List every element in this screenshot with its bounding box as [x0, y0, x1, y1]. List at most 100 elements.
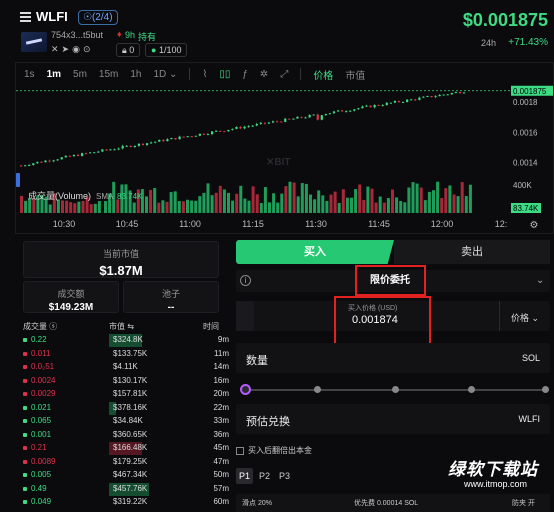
settings-icon[interactable]: ✲	[260, 69, 268, 80]
highlight-box-order-type	[355, 265, 426, 296]
volume-bar	[386, 198, 390, 213]
y-tick-label: 0.001875	[513, 87, 547, 96]
volume-bar	[268, 202, 271, 213]
contract-address[interactable]: 754x3...t5but	[51, 30, 103, 40]
slider-stop-50[interactable]	[392, 386, 399, 393]
price-unit-select[interactable]: 价格 ⌄	[511, 311, 539, 324]
toggle-price[interactable]: 价格	[313, 67, 333, 82]
interval-1s[interactable]: 1s	[24, 69, 35, 80]
amount-slider[interactable]	[240, 384, 549, 396]
anti-mev-setting[interactable]: 防夹 开	[512, 498, 535, 508]
trade-row[interactable]: 0.0089 $179.25K 47m	[23, 456, 233, 469]
interval-15m[interactable]: 15m	[99, 69, 118, 80]
slider-stop-25[interactable]	[314, 386, 321, 393]
preset-p2[interactable]: P2	[256, 468, 273, 484]
volume-bar	[202, 192, 206, 213]
interval-1d[interactable]: 1D ⌄	[154, 69, 178, 80]
candle	[178, 136, 181, 140]
interval-1h[interactable]: 1h	[130, 69, 141, 80]
trade-row[interactable]: 0.049 $319.22K 60m	[23, 496, 233, 509]
globe-icon[interactable]: ◉	[72, 44, 83, 54]
candle-chart-icon[interactable]: ▯▯	[219, 69, 230, 80]
sell-tab[interactable]: 卖出	[394, 240, 550, 264]
trader-icon	[23, 432, 27, 437]
trade-row[interactable]: 0.0024 $130.17K 16m	[23, 375, 233, 388]
priority-fee-setting[interactable]: 优先费 0.00014 SOL	[354, 498, 418, 508]
interval-5m[interactable]: 5m	[73, 69, 87, 80]
trade-row[interactable]: 0.065 $34.84K 33m	[23, 415, 233, 428]
volume-bar	[423, 200, 427, 213]
volume-bar	[190, 200, 194, 213]
candle	[133, 145, 136, 148]
trades-header: 成交量 ⓢ 市值 ⇆ 时间	[23, 321, 223, 333]
col-mcap[interactable]: 市值 ⇆	[109, 321, 134, 332]
price-chart[interactable]: 1s 1m 5m 15m 1h 1D ⌄ ⌇ ▯▯ ƒ ✲ ⤢ 价格 市值 ✕B…	[15, 62, 554, 234]
interval-1m[interactable]: 1m	[47, 69, 61, 80]
slider-handle[interactable]	[240, 384, 251, 395]
social-links[interactable]: ✕➤◉⊙	[51, 44, 94, 55]
double-out-option[interactable]: 买入后翻倍出本金	[236, 445, 312, 457]
preset-p3[interactable]: P3	[276, 468, 293, 484]
trade-mcap: $179.25K	[113, 456, 148, 466]
volume-bar	[206, 183, 210, 213]
search-icon[interactable]: ⊙	[83, 44, 94, 54]
verify-badge[interactable]: ☉(2/4)	[78, 10, 118, 25]
volume-bar	[288, 181, 292, 213]
trade-mcap: $130.17K	[113, 375, 148, 385]
volume-bar	[411, 182, 415, 213]
candle	[24, 165, 27, 167]
trader-icon	[23, 446, 27, 450]
checkbox[interactable]	[236, 446, 244, 455]
trade-row[interactable]: 0.0₂51 $4.11K 14m	[23, 361, 233, 374]
buy-tab[interactable]: 买入	[236, 240, 394, 264]
candle	[259, 122, 262, 124]
trade-time: 47m	[213, 456, 229, 466]
volume-bar	[395, 197, 399, 213]
chevron-down-icon[interactable]: ⌄	[536, 275, 544, 286]
trade-row[interactable]: 0.021 $378.16K 22m	[23, 401, 233, 415]
volume-bar	[452, 194, 456, 213]
col-amount[interactable]: 成交量 ⓢ	[23, 321, 57, 332]
indicator-icon[interactable]: ƒ	[242, 69, 248, 80]
candle	[162, 139, 165, 142]
chart-settings-icon: ⚙	[530, 220, 539, 231]
toggle-mcap[interactable]: 市值	[345, 67, 365, 82]
trader-icon	[23, 473, 27, 477]
volume-bar	[448, 185, 452, 213]
trade-row[interactable]: 0.21 $166.48K 45m	[23, 442, 233, 455]
candle	[105, 149, 108, 151]
trade-row[interactable]: 0.001 $360.65K 36m	[23, 429, 233, 442]
trade-row[interactable]: 0.0029 $157.81K 20m	[23, 388, 233, 401]
volume-bar	[366, 186, 370, 213]
preset-p1[interactable]: P1	[236, 468, 253, 484]
candle	[20, 165, 23, 167]
trade-row[interactable]: 0.005 $467.34K 50m	[23, 469, 233, 482]
candle	[357, 108, 360, 110]
candle	[418, 97, 421, 100]
trade-settings-row[interactable]: 滑点 20% 优先费 0.00014 SOL 防夹 开	[236, 494, 550, 512]
candle	[328, 113, 332, 115]
trade-amount: 0.49	[31, 483, 47, 493]
candle	[137, 143, 141, 146]
trade-row[interactable]: 0.49 $457.76K 57m	[23, 482, 233, 496]
candlestick-plot[interactable]: ✕BIT 0.001875 0.0018 0.0016 0.0014 成交量(Volume…	[16, 85, 553, 233]
volume-value: $149.23M	[48, 302, 94, 313]
slider-stop-75[interactable]	[468, 386, 475, 393]
x-icon[interactable]: ✕	[51, 44, 62, 54]
volume-bar	[321, 195, 325, 213]
price-decrease[interactable]	[236, 301, 254, 331]
volume-bar	[272, 193, 276, 213]
candle	[316, 114, 319, 120]
fullscreen-icon[interactable]: ⤢	[280, 69, 288, 80]
slider-stop-100[interactable]	[542, 386, 549, 393]
trade-row[interactable]: 0.011 $133.75K 11m	[23, 348, 233, 361]
telegram-icon[interactable]: ➤	[62, 44, 73, 54]
line-chart-icon[interactable]: ⌇	[202, 69, 207, 80]
trade-row[interactable]: 0.22 $324.8K 9m	[23, 334, 233, 347]
menu-icon[interactable]	[20, 12, 31, 22]
slippage-setting[interactable]: 滑点 20%	[242, 498, 272, 508]
info-icon[interactable]: i	[240, 275, 251, 286]
volume-bar	[259, 202, 263, 213]
quantity-field[interactable]: 数量 SOL	[236, 343, 550, 373]
chart-toolbar: 1s 1m 5m 15m 1h 1D ⌄ ⌇ ▯▯ ƒ ✲ ⤢ 价格 市值	[16, 63, 553, 85]
